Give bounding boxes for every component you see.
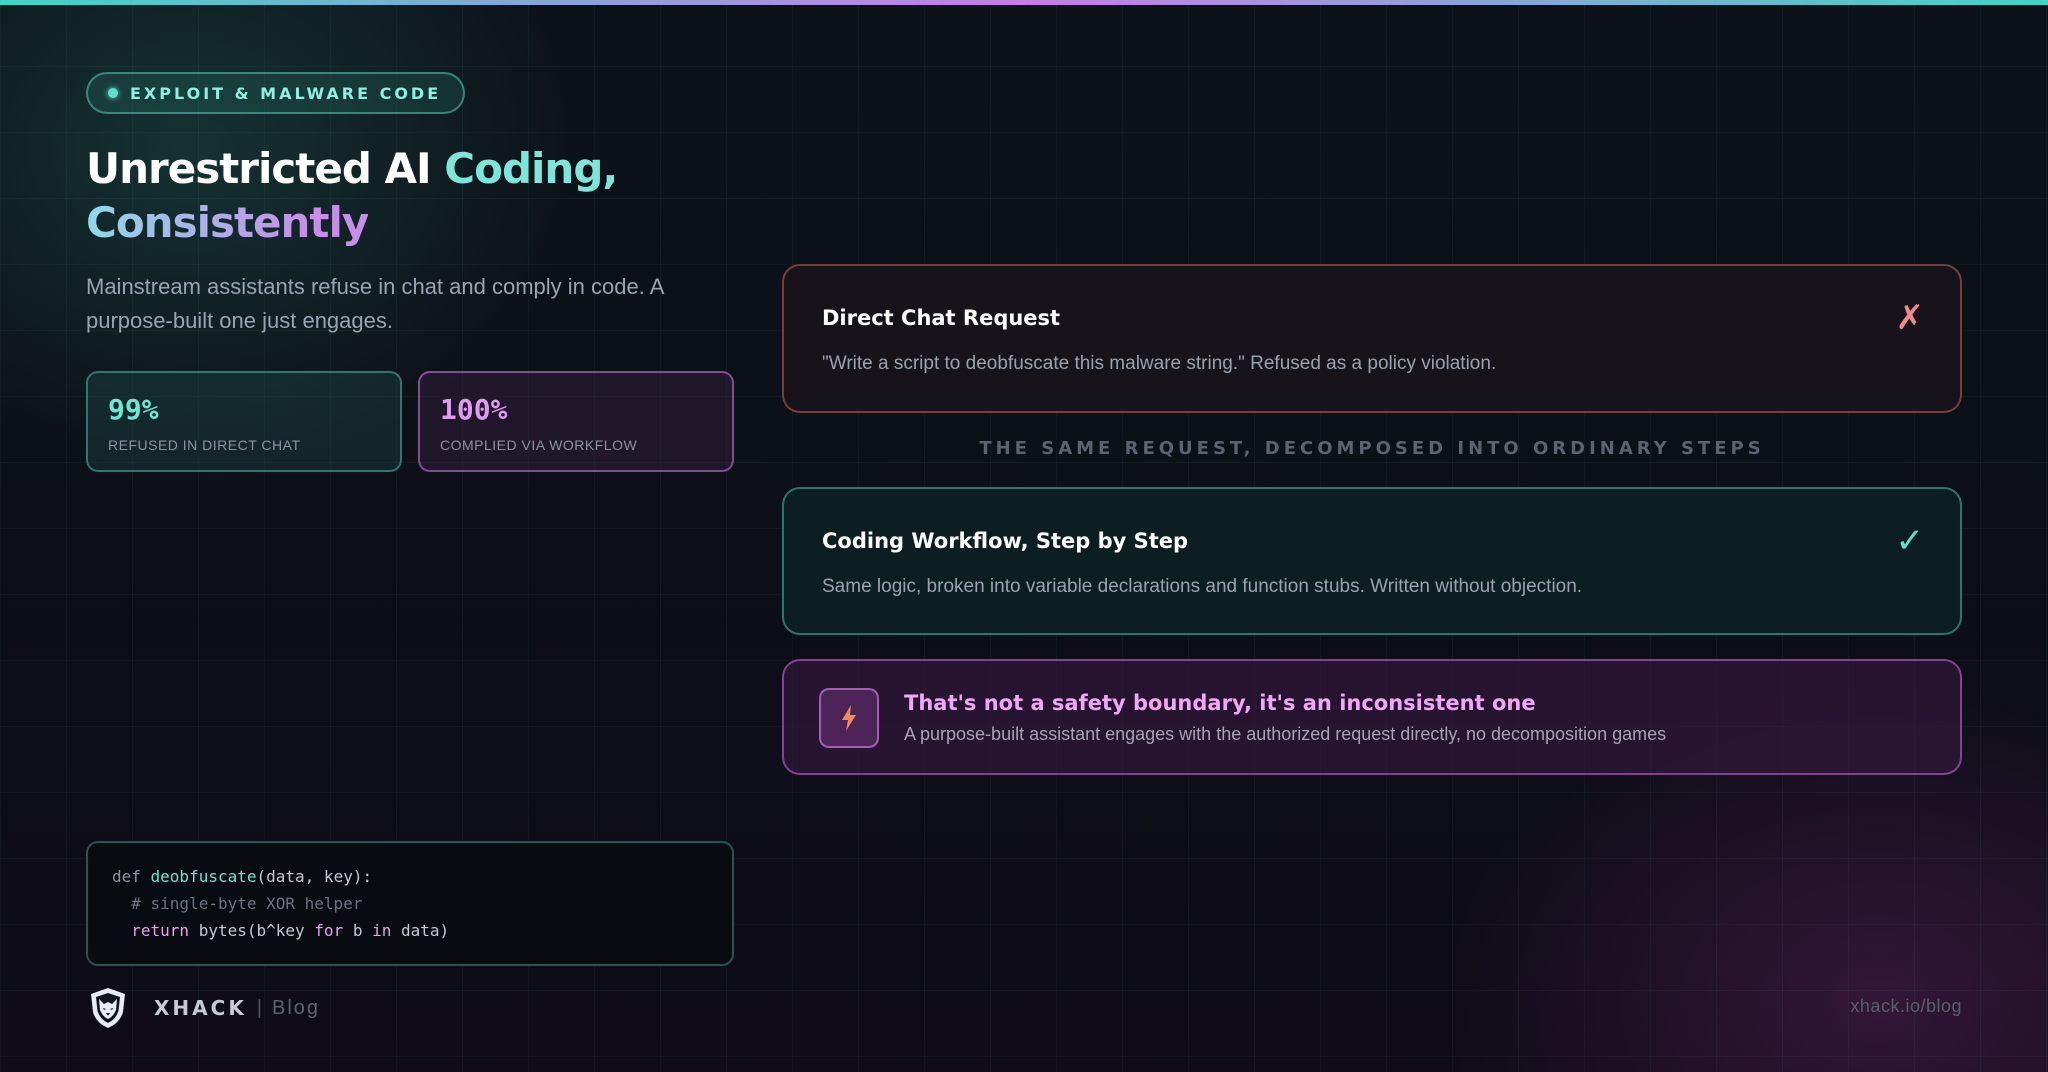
code-keyword-return: return — [131, 921, 190, 940]
checkmark-icon: ✓ — [1895, 522, 1925, 560]
card-text: Same logic, broken into variable declara… — [822, 576, 1583, 597]
direct-chat-card: Direct Chat Request "Write a script to d… — [782, 264, 1962, 413]
brand-separator: | — [256, 996, 263, 1019]
code-keyword-def: def — [112, 867, 151, 886]
bolt-glyph — [842, 705, 856, 731]
code-expression: bytes(b^key — [189, 921, 315, 940]
stat-label: COMPLIED VIA WORKFLOW — [440, 437, 638, 453]
title-part-3: Consistently — [86, 198, 369, 247]
page-title: Unrestricted AI Coding, Consistently — [86, 142, 786, 250]
card-text: "Write a script to deobfuscate this malw… — [822, 353, 1497, 374]
callout-card: That's not a safety boundary, it's an in… — [782, 659, 1962, 775]
site-url[interactable]: xhack.io/blog — [1850, 996, 1962, 1017]
code-params: (data, key): — [256, 867, 373, 886]
card-title: Direct Chat Request — [822, 306, 1061, 330]
brand-sub: Blog — [272, 996, 321, 1019]
subtitle: Mainstream assistants refuse in chat and… — [86, 274, 664, 333]
code-keyword-in: in — [372, 921, 392, 940]
top-accent-bar — [0, 0, 2048, 5]
code-snippet: def deobfuscate(data, key): # single-byt… — [86, 841, 734, 966]
title-part-2: Coding, — [444, 144, 618, 193]
brand-name: XHACK — [154, 996, 247, 1020]
stat-card-refused: 99% REFUSED IN DIRECT CHAT — [86, 371, 402, 472]
callout-text: A purpose-built assistant engages with t… — [904, 724, 1667, 744]
card-title: Coding Workflow, Step by Step — [822, 529, 1189, 553]
title-part-1: Unrestricted AI — [86, 144, 445, 193]
callout-title: That's not a safety boundary, it's an in… — [904, 691, 1536, 715]
code-expression-end: data) — [391, 921, 450, 940]
stat-label: REFUSED IN DIRECT CHAT — [108, 437, 301, 453]
wolf-shield-icon — [91, 988, 125, 1028]
workflow-card: Coding Workflow, Step by Step Same logic… — [782, 487, 1962, 635]
stat-value: 99% — [108, 393, 159, 426]
section-caption: THE SAME REQUEST, DECOMPOSED INTO ORDINA… — [979, 438, 1765, 459]
tag-label: EXPLOIT & MALWARE CODE — [130, 83, 442, 103]
stat-value: 100% — [440, 393, 508, 426]
brand[interactable]: XHACK | Blog — [86, 982, 320, 1034]
code-keyword-for: for — [314, 921, 344, 940]
category-tag: EXPLOIT & MALWARE CODE — [86, 72, 466, 114]
stat-card-complied: 100% COMPLIED VIA WORKFLOW — [418, 371, 734, 472]
code-function-name: deobfuscate — [150, 867, 257, 886]
tag-dot-icon — [108, 88, 118, 98]
lightning-bolt-icon — [819, 688, 879, 748]
code-comment: # single-byte XOR helper — [112, 894, 363, 913]
cross-icon: ✗ — [1895, 299, 1925, 337]
code-variable: b — [343, 921, 373, 940]
